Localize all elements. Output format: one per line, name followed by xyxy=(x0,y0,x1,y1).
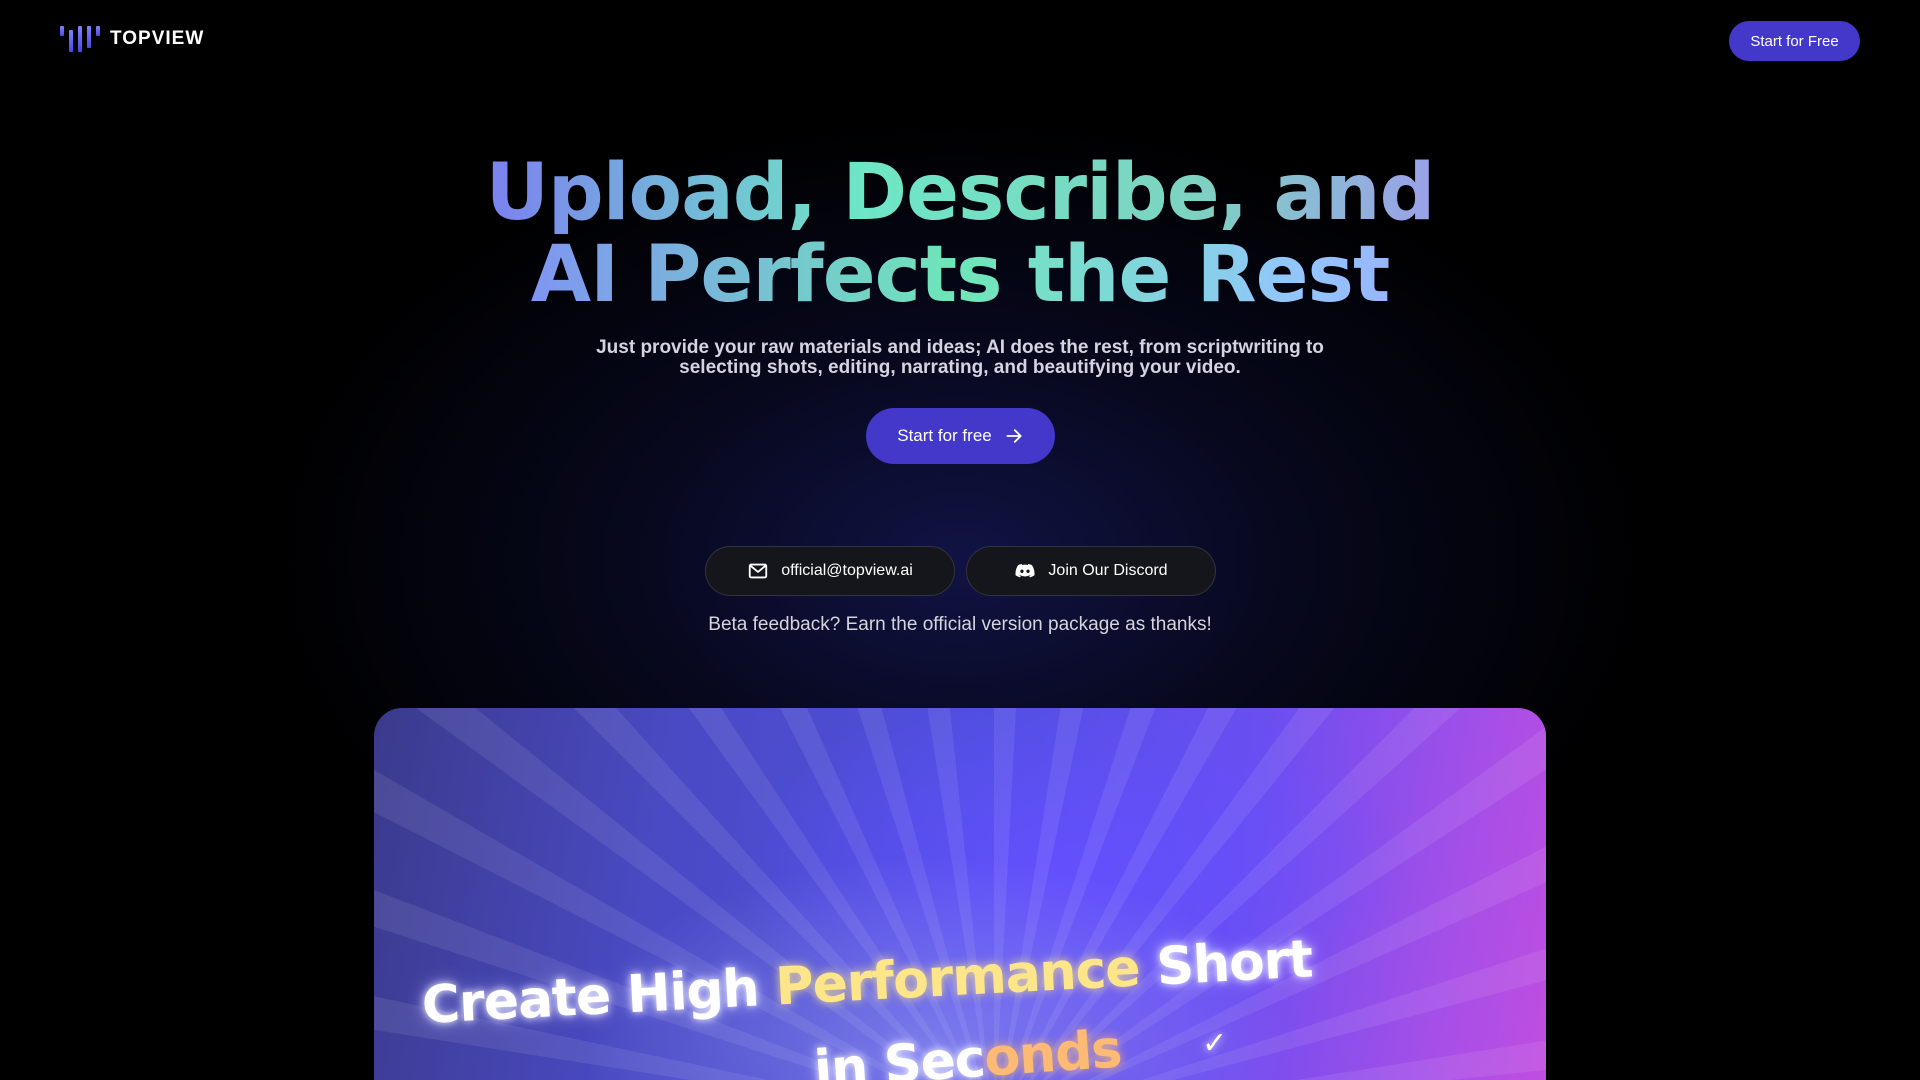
discord-icon xyxy=(1015,564,1035,578)
email-label: official@topview.ai xyxy=(781,562,913,579)
video-preview[interactable]: Create High Performance Short in Seconds… xyxy=(374,708,1546,1080)
brand-logo[interactable]: TOPVIEW xyxy=(60,26,204,52)
discord-label: Join Our Discord xyxy=(1048,562,1168,579)
hero-cta-label: Start for free xyxy=(897,426,992,445)
hero-title-line1: Upload, Describe, and xyxy=(0,152,1920,234)
arrow-right-icon xyxy=(1006,429,1022,443)
hero-title-line2: AI Perfects the Rest xyxy=(0,234,1920,316)
beta-feedback-text: Beta feedback? Earn the official version… xyxy=(708,614,1212,635)
video-caption-part: Short xyxy=(1137,929,1314,999)
topview-logo-icon xyxy=(60,26,100,52)
top-nav: TOPVIEW Start for Free xyxy=(0,0,1920,80)
discord-join-button[interactable]: Join Our Discord xyxy=(966,546,1216,596)
brand-name: TOPVIEW xyxy=(110,28,205,49)
nav-start-free-button[interactable]: Start for Free xyxy=(1729,21,1860,61)
hero-start-free-button[interactable]: Start for free xyxy=(866,408,1055,464)
mail-icon xyxy=(749,563,768,579)
video-caption-highlight: onds xyxy=(982,1019,1124,1080)
email-contact-button[interactable]: official@topview.ai xyxy=(705,546,955,596)
check-icon: ✓ xyxy=(1202,1026,1228,1061)
hero-title: Upload, Describe, and AI Perfects the Re… xyxy=(0,152,1920,316)
hero-subtitle: Just provide your raw materials and idea… xyxy=(596,337,1324,378)
